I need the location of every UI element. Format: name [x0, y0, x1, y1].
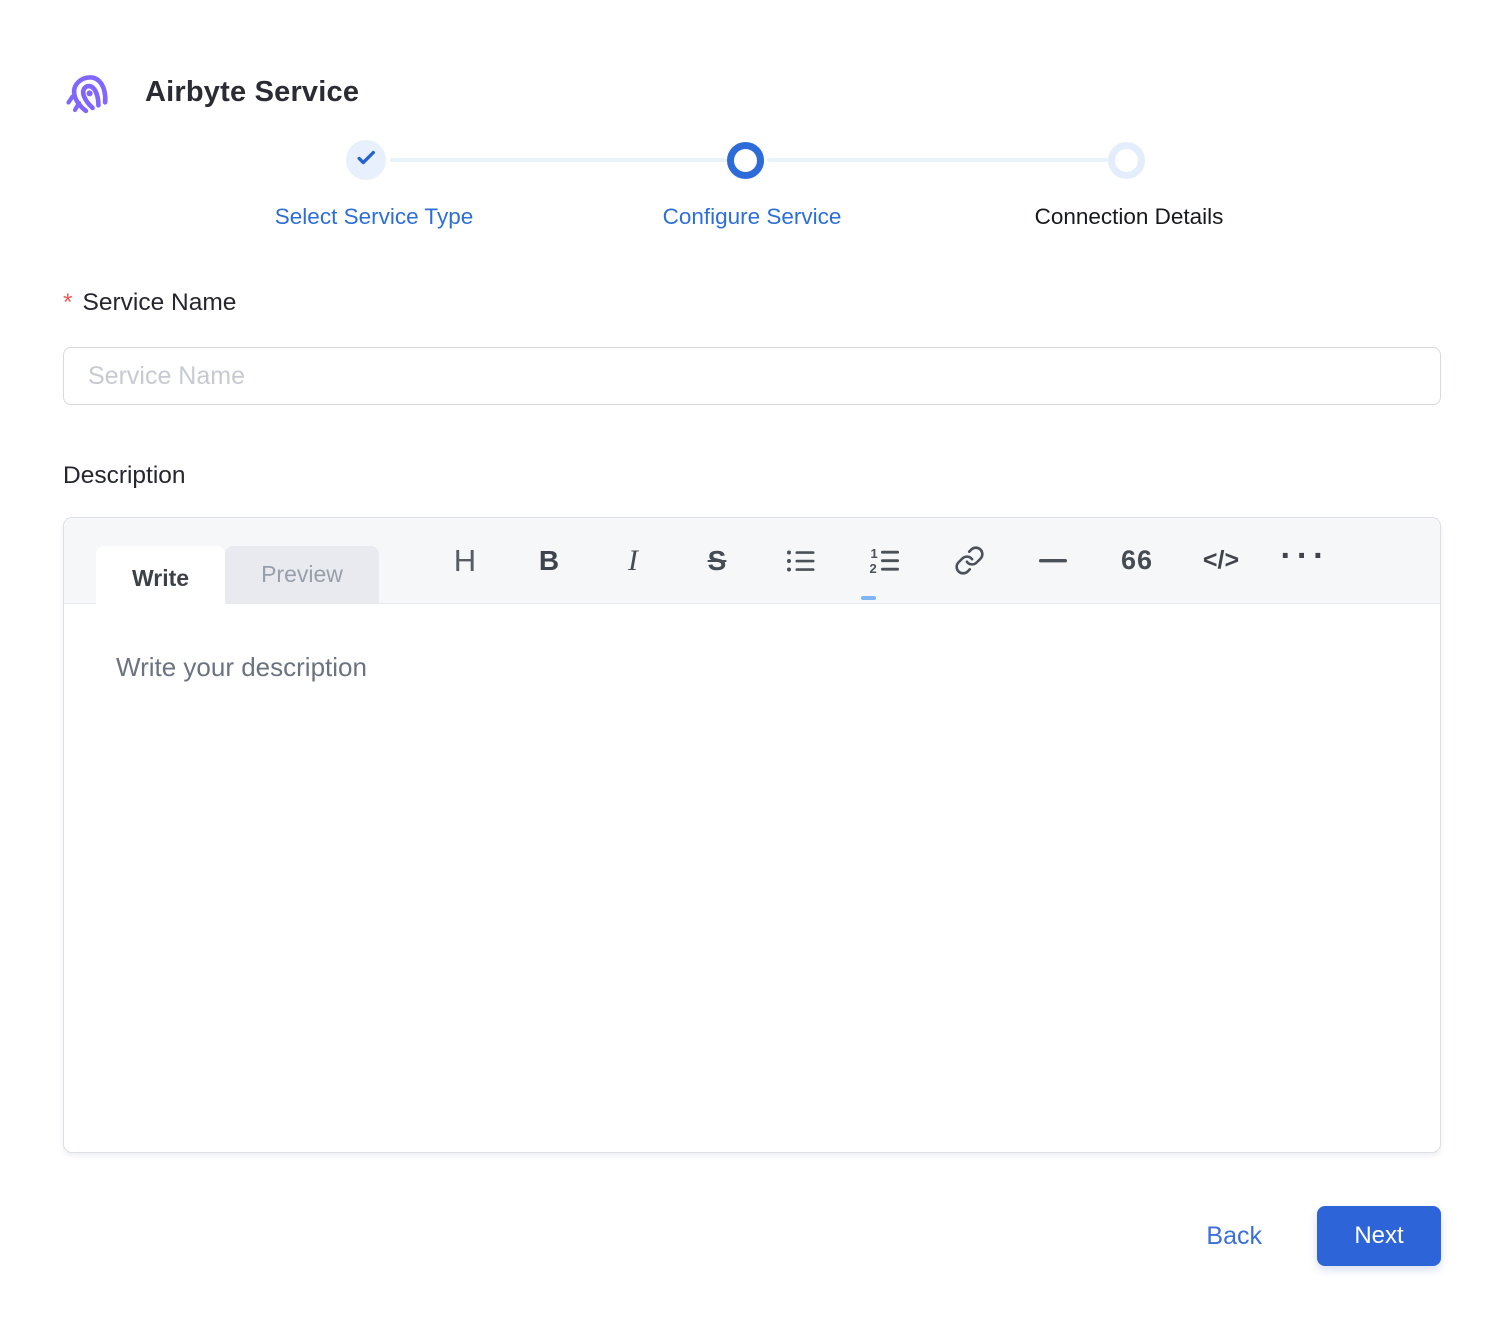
more-icon[interactable]: ··· [1263, 539, 1347, 576]
step-label-configure-service[interactable]: Configure Service [663, 204, 842, 230]
markdown-editor-toolbar-bar: Write Preview H B I S 1 2 66 </> ··· [64, 518, 1440, 610]
horizontal-rule-icon[interactable] [1011, 558, 1095, 564]
wizard-footer: Back Next [1200, 1206, 1441, 1266]
formatting-toolbar: H B I S 1 2 66 </> ··· [423, 518, 1347, 603]
required-asterisk: * [63, 289, 73, 316]
airbyte-logo-icon [63, 66, 115, 118]
bold-icon[interactable]: B [507, 545, 591, 577]
link-icon[interactable] [927, 545, 1011, 576]
service-name-input[interactable] [63, 347, 1441, 405]
code-icon[interactable]: </> [1179, 546, 1263, 575]
back-button[interactable]: Back [1200, 1221, 1268, 1252]
step-current-indicator[interactable] [727, 142, 764, 179]
editor-body [64, 604, 1440, 1152]
description-label: Description [63, 462, 186, 489]
unordered-list-icon[interactable] [759, 548, 843, 574]
markdown-editor: Write Preview H B I S 1 2 66 </> ··· Wri… [63, 517, 1441, 1153]
check-icon [355, 147, 377, 174]
quote-icon[interactable]: 66 [1095, 545, 1179, 576]
svg-text:1: 1 [871, 547, 878, 561]
step-label-select-service-type[interactable]: Select Service Type [275, 204, 473, 230]
step-upcoming-indicator[interactable] [1108, 142, 1145, 179]
ordered-list-overflow-artifact [861, 596, 876, 600]
description-textarea[interactable] [64, 604, 1440, 1152]
italic-icon[interactable]: I [591, 544, 675, 578]
ordered-list-icon[interactable]: 1 2 [843, 547, 927, 575]
next-button[interactable]: Next [1317, 1206, 1441, 1266]
stepper-connector-1 [390, 158, 727, 162]
service-name-label: * Service Name [63, 289, 237, 316]
airbyte-service-page: Airbyte Service Select Service Type Conf… [0, 0, 1506, 1334]
editor-tabs: Write Preview [96, 546, 379, 610]
page-title: Airbyte Service [145, 75, 360, 108]
app-header: Airbyte Service [63, 66, 359, 118]
strikethrough-icon[interactable]: S [675, 545, 759, 577]
stepper-connector-2 [767, 158, 1108, 162]
heading-icon[interactable]: H [423, 543, 507, 579]
step-label-connection-details[interactable]: Connection Details [1035, 204, 1224, 230]
svg-text:2: 2 [870, 561, 877, 575]
step-completed-indicator[interactable] [346, 140, 386, 180]
wizard-stepper: Select Service Type Configure Service Co… [63, 138, 1441, 240]
tab-write[interactable]: Write [96, 546, 226, 610]
tab-preview[interactable]: Preview [225, 546, 379, 603]
